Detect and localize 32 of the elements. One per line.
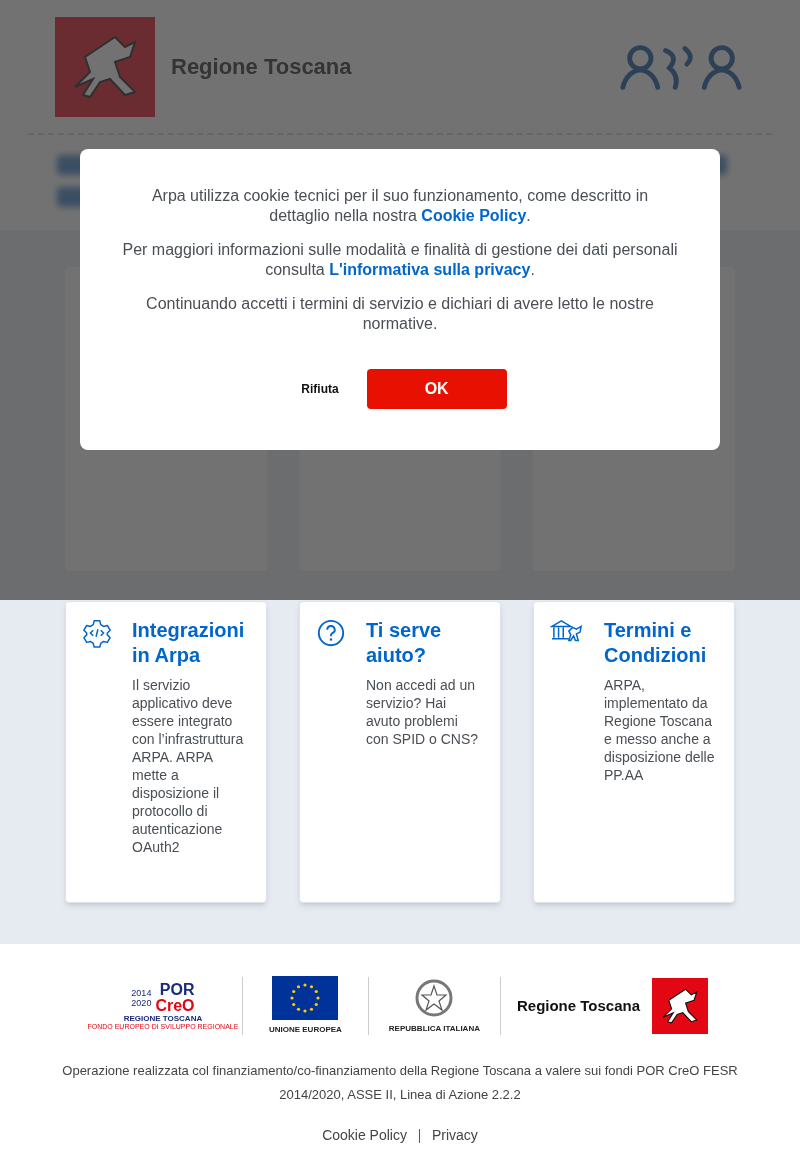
card-title: Ti serve aiuto? <box>366 618 443 668</box>
dialog-text: Arpa utilizza cookie tecnici per il suo funzionamento, come descritto in dettaglio nella nostra Cookie Policy. <box>150 186 650 226</box>
logo-caption: REPUBBLICA ITALIANA <box>388 1023 480 1035</box>
ok-button[interactable]: OK <box>366 369 507 409</box>
pegasus-logo <box>652 978 709 1034</box>
card-title: Termini e Condizioni <box>604 618 708 668</box>
dialog-text: Per maggiori informazioni sulle modalità e finalità di gestione dei dati personali consulta L'informativa sulla privacy. <box>121 240 679 280</box>
logo-text: CreO <box>155 997 195 1014</box>
logo-text: POR <box>159 981 195 998</box>
footer-link[interactable]: Privacy <box>431 1125 478 1146</box>
logo-text: 2020 <box>131 997 152 1008</box>
dialog-text: Continuando accetti i termini di servizio e dichiari di avere letto le nostre normative. <box>145 294 655 334</box>
policy-link[interactable]: Cookie Policy <box>421 207 527 224</box>
card-description: Il servizio applicativo deve essere integrato con l’infrastruttura ARPA. ARPA mette a disposizione il protocollo di autenticazione OAuth2 <box>132 676 245 856</box>
logo-caption: UNIONE EUROPEA <box>268 1024 342 1036</box>
eu-flag <box>272 976 339 1020</box>
logo-text: REGIONE TOSCANA <box>123 1013 203 1023</box>
code-gear-icon <box>82 618 112 648</box>
logo-text: 2014 <box>131 987 152 998</box>
help-icon <box>316 618 346 648</box>
funding-note: Operazione realizzata col finanziamento/co-finanziamento della Regione Toscana a valere sui fondi POR CreO FESR 2014/2020, ASSE II, Linea di Azione 2.2.2 <box>61 1062 739 1104</box>
dialog-text-period: . <box>530 261 535 278</box>
logo-text: Regione Toscana <box>516 995 641 1016</box>
policy-link[interactable]: L'informativa sulla privacy <box>329 261 531 278</box>
card-description: Non accedi ad un servizio? Hai avuto problemi con SPID o CNS? <box>366 676 480 748</box>
reject-button[interactable]: Rifiuta <box>293 372 347 406</box>
star-emblem-icon <box>414 977 455 1019</box>
dialog-text-period: . <box>526 207 531 224</box>
brand-name: Regione Toscana <box>171 53 352 81</box>
card-title: Integrazioni in Arpa <box>132 618 246 668</box>
footer-link[interactable]: Cookie Policy <box>322 1125 407 1146</box>
card-description: ARPA, implementato da Regione Toscana e messo anche a disposizione delle PP.AA <box>604 676 716 784</box>
